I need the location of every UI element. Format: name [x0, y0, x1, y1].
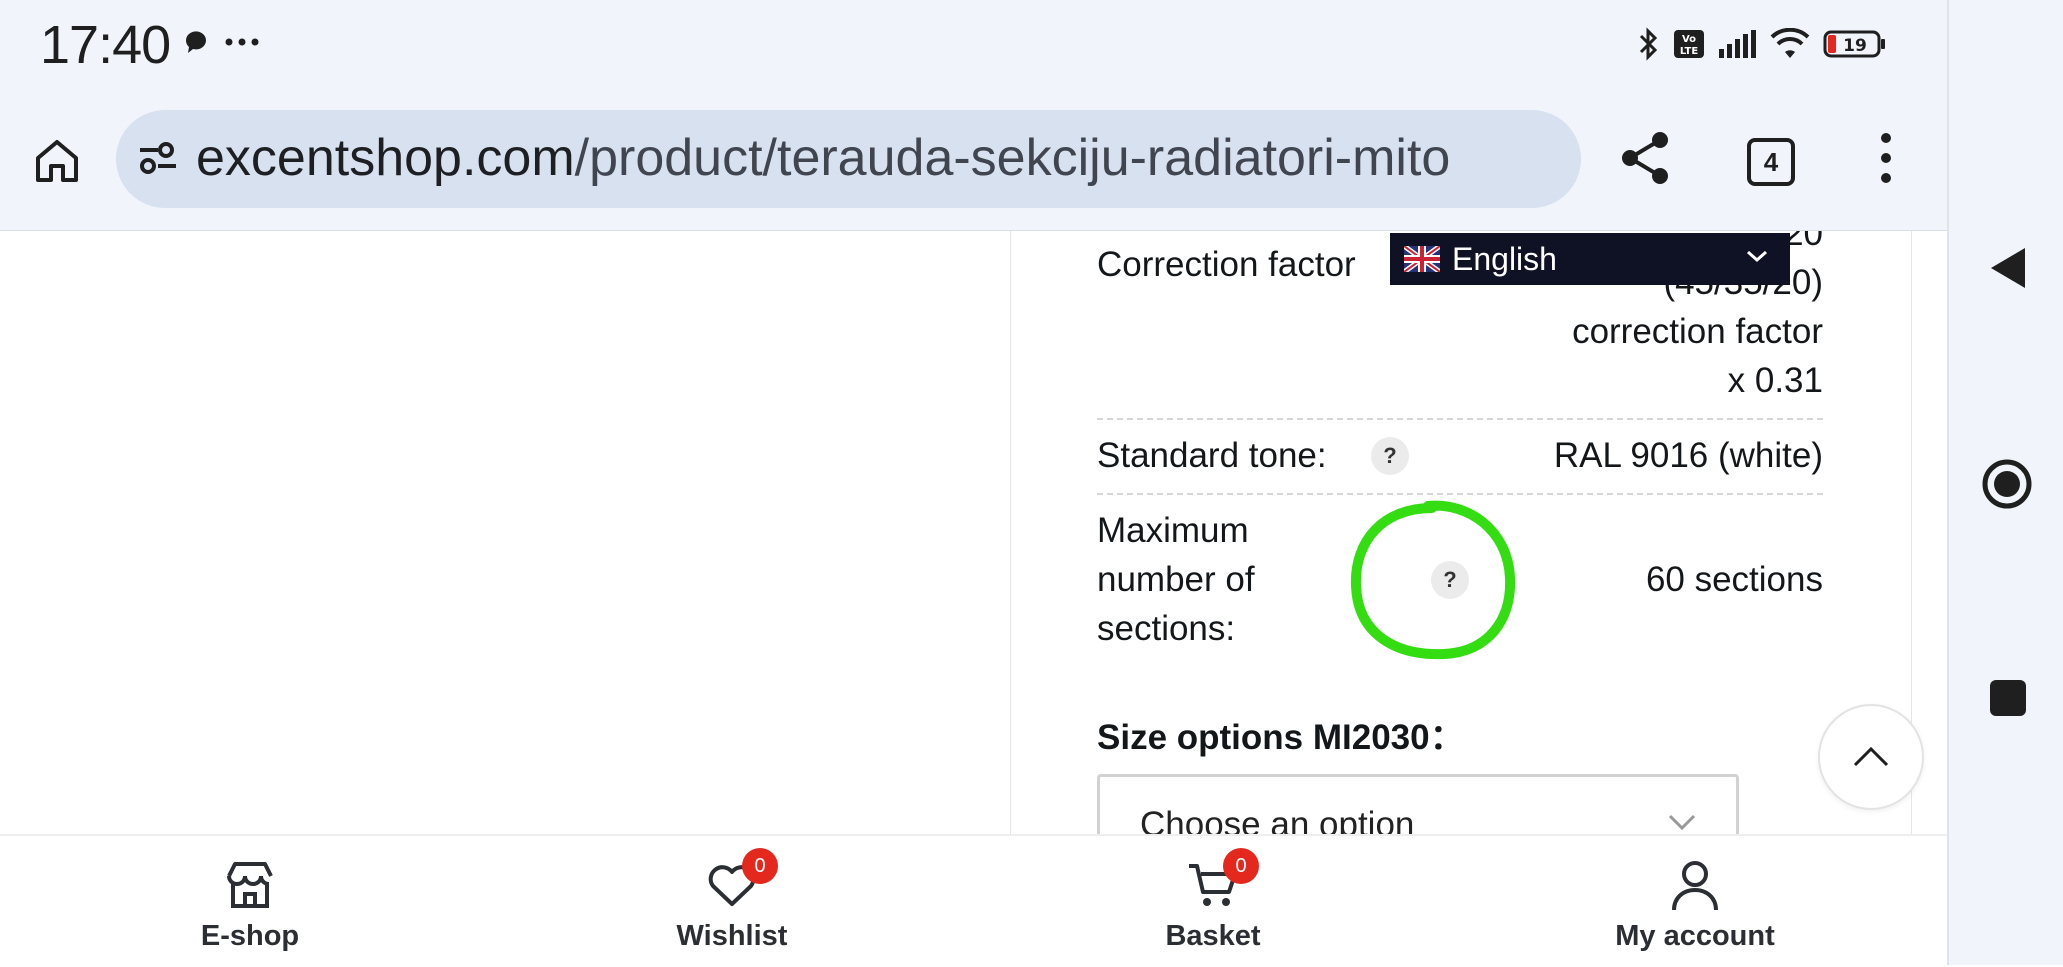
battery-level: 19: [1843, 36, 1867, 56]
url-host: excentshop.com: [196, 129, 575, 187]
more-vertical-icon: [1881, 133, 1891, 183]
browser-toolbar: excentshop.com/product/terauda-sekciju-r…: [0, 88, 1947, 232]
status-bar: 17:40 Vo LTE 19: [0, 0, 1947, 88]
battery-icon: 19: [1823, 30, 1885, 58]
status-right-icons: Vo LTE 19: [1637, 26, 1887, 62]
user-icon: [1672, 861, 1718, 911]
standard-tone-value: RAL 9016 (white): [1553, 436, 1823, 475]
nav-basket[interactable]: 0 Basket: [1093, 836, 1333, 967]
size-options-heading: Size options MI2030：: [1097, 718, 1465, 757]
home-button[interactable]: [28, 132, 86, 190]
recent-apps-icon[interactable]: [1989, 679, 2027, 717]
wifi-icon: [1770, 28, 1810, 58]
correction-factor-value-line4: x 0.31: [1727, 361, 1823, 400]
page-content: Correction factor 20 (45/35/20) correcti…: [0, 231, 1947, 834]
chevron-down-icon: [1747, 250, 1767, 263]
annotation-circle: [1350, 500, 1516, 660]
max-sections-label-line1: Maximum: [1097, 511, 1249, 550]
more-dots-icon: [225, 38, 259, 46]
shop-icon: [227, 862, 273, 908]
bluetooth-icon: [1639, 27, 1658, 61]
scroll-to-top-button[interactable]: [1818, 704, 1924, 810]
address-bar[interactable]: excentshop.com/product/terauda-sekciju-r…: [116, 110, 1581, 208]
home-circle-icon[interactable]: [1981, 458, 2033, 510]
chat-bubble-icon: [185, 31, 206, 53]
chevron-up-icon: [1853, 746, 1889, 767]
nav-wishlist[interactable]: 0 Wishlist: [612, 836, 852, 967]
uk-flag-icon: [1404, 246, 1440, 272]
tab-switcher-button[interactable]: 4: [1747, 138, 1795, 186]
divider: [1097, 493, 1823, 495]
svg-text:Vo: Vo: [1682, 34, 1696, 45]
site-settings-icon[interactable]: [136, 136, 180, 180]
correction-factor-value-line3: correction factor: [1572, 312, 1823, 351]
signal-icon: [1719, 30, 1756, 58]
max-sections-label: Maximum number of sections:: [1097, 506, 1255, 653]
nav-eshop-label: E-shop: [200, 920, 300, 952]
language-label: English: [1452, 240, 1557, 277]
system-navigation-bar: [1947, 0, 2063, 965]
correction-factor-label: Correction factor: [1097, 245, 1356, 284]
nav-eshop[interactable]: E-shop: [130, 836, 370, 967]
standard-tone-help-button[interactable]: ?: [1371, 437, 1409, 475]
divider: [1097, 418, 1823, 420]
size-options-select[interactable]: Choose an option: [1097, 774, 1739, 834]
nav-my-account-label: My account: [1615, 920, 1775, 952]
status-clock: 17:40: [40, 15, 171, 75]
url-text[interactable]: excentshop.com/product/terauda-sekciju-r…: [196, 128, 1450, 188]
max-sections-value: 60 sections: [1645, 560, 1823, 599]
home-icon: [36, 140, 78, 182]
max-sections-label-line3: sections:: [1097, 609, 1236, 648]
svg-text:LTE: LTE: [1680, 46, 1699, 57]
chevron-down-icon: [1668, 814, 1696, 831]
nav-wishlist-label: Wishlist: [676, 920, 788, 952]
share-icon: [1622, 132, 1668, 184]
max-sections-label-line2: number of: [1097, 560, 1255, 599]
bottom-navigation: E-shop 0 Wishlist 0 Basket My account: [0, 834, 1947, 967]
url-path: /product/terauda-sekciju-radiatori-mito: [574, 129, 1451, 187]
nav-my-account[interactable]: My account: [1575, 836, 1815, 967]
nav-basket-label: Basket: [1165, 920, 1261, 952]
volte-icon: VoLTE: [1674, 30, 1704, 58]
standard-tone-label: Standard tone:: [1097, 436, 1327, 475]
basket-count-badge: 0: [1223, 848, 1259, 884]
status-left-icons: [182, 28, 260, 56]
back-icon[interactable]: [1989, 246, 2027, 290]
size-select-value: Choose an option: [1140, 805, 1415, 834]
share-button[interactable]: [1618, 130, 1674, 191]
overflow-menu-button[interactable]: [1874, 130, 1898, 191]
language-selector[interactable]: English: [1390, 233, 1790, 285]
wishlist-count-badge: 0: [742, 848, 778, 884]
spec-row-standard-tone: Standard tone: ? RAL 9016 (white): [1097, 431, 1823, 491]
